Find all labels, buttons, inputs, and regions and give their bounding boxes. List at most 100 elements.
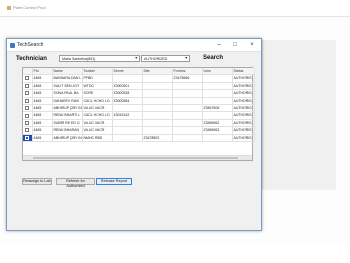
cell-status: AUTHORIS (232, 104, 255, 113)
column-header-name[interactable]: Name (52, 68, 83, 76)
cell-fromhs (172, 126, 203, 135)
cell-server (112, 104, 143, 113)
cell-pid: 4465 (32, 97, 53, 106)
release-report-button[interactable]: Release Report (96, 178, 132, 185)
window-title: TechSearch (17, 42, 44, 48)
scrollbar-thumb[interactable] (33, 157, 238, 159)
cell-ums (202, 134, 233, 143)
table-row[interactable]: 4465 BANSARA DAN L PFBD Z3478966 AUTHORI… (23, 74, 255, 83)
cell-server (112, 119, 143, 128)
cell-pid: 4465 (32, 74, 53, 83)
cell-toolset: NMHC RBS (82, 134, 113, 143)
cell-site (142, 104, 173, 113)
cell-name: RENU BHARTI L (52, 111, 83, 120)
cell-server (112, 74, 143, 83)
row-checkbox[interactable] (25, 120, 30, 125)
cell-name: SUBIR RE ED IJ (52, 119, 83, 128)
cell-server: Z3000328 (112, 89, 143, 98)
cell-toolset: CACL HCHG LO (82, 111, 113, 120)
cell-server: Z3000384 (112, 97, 143, 106)
horizontal-scrollbar[interactable] (23, 155, 252, 160)
cell-toolset: PFBD (82, 74, 113, 83)
cell-status: AUTHORIS (232, 82, 255, 91)
title-bar[interactable]: TechSearch – □ × (7, 39, 261, 52)
row-checkbox[interactable] (25, 128, 30, 133)
cell-ums (202, 89, 233, 98)
minimize-icon[interactable]: – (212, 40, 226, 51)
background-side-panel (262, 40, 336, 190)
chevron-down-icon[interactable]: ▼ (134, 56, 138, 60)
cell-status: AUTHORIS (232, 97, 255, 106)
table-row[interactable]: 4465 RENU BHARAN VA.UC.VACR Z3456963 AUT… (23, 126, 255, 135)
row-checkbox[interactable] (25, 98, 30, 103)
cell-toolset: WTDC (82, 82, 113, 91)
cell-server: Z3015142 (112, 111, 143, 120)
row-checkbox[interactable] (25, 135, 30, 140)
column-header-server[interactable]: Server (112, 68, 143, 76)
table-row[interactable]: 4465 DAHAEEV RAVI CACL HCHG LO Z3000384 … (23, 97, 255, 106)
column-header-pid[interactable]: Pid (32, 68, 53, 76)
column-header-status[interactable]: Status (232, 68, 255, 76)
cell-pid: 4465 (32, 134, 53, 143)
cell-ums: Z3456963 (202, 126, 233, 135)
cell-ums (202, 111, 233, 120)
search-button[interactable]: Search (193, 52, 233, 63)
column-header-toolset[interactable]: Toolset (82, 68, 113, 76)
row-checkbox[interactable] (25, 76, 30, 81)
status-dropdown[interactable]: AUTHORIZED ▼ (141, 55, 190, 62)
cell-toolset: VA.UC.VACR (82, 126, 113, 135)
cell-pid: 4465 (32, 126, 53, 135)
table-row[interactable]: 4465 ABHIRUP (28Y INI VA.UC.VACR Z369750… (23, 104, 255, 113)
column-header-select[interactable] (23, 68, 33, 76)
column-header-site[interactable]: Site (142, 68, 173, 76)
table-row-selected[interactable]: 4465 ABHIRUP (28Y INI NMHC RBS Z3478502 … (23, 134, 255, 143)
technician-label: Technician (16, 56, 47, 62)
maximize-icon[interactable]: □ (228, 40, 242, 51)
cell-fromhs (172, 97, 203, 106)
cell-status: AUTHORIS (232, 89, 255, 98)
technician-value: Maria Santolina(891) (62, 57, 96, 61)
cell-fromhs (172, 104, 203, 113)
table-row[interactable]: 4465 SULIT SEN JOY WTDC Z3000301 AUTHORI… (23, 82, 255, 91)
cell-status: AUTHORIS (232, 134, 255, 143)
cell-site (142, 111, 173, 120)
cell-fromhs (172, 119, 203, 128)
chevron-down-icon[interactable]: ▼ (184, 56, 188, 60)
cell-fromhs (172, 89, 203, 98)
row-checkbox[interactable] (25, 91, 30, 96)
reassign-to-lab-button[interactable]: Reassign to Lab (22, 178, 52, 185)
cell-status: AUTHORIS (232, 126, 255, 135)
technician-dropdown[interactable]: Maria Santolina(891) ▼ (59, 55, 140, 62)
cell-status: AUTHORIS (232, 111, 255, 120)
cell-pid: 4465 (32, 89, 53, 98)
table-header-row: Pid Name Toolset Server Site Fromhs Ums … (23, 68, 255, 76)
cell-ums (202, 82, 233, 91)
desktop: Plant Control Prod TechSearch – □ × Tech… (0, 0, 350, 263)
cell-ums: Z3697506 (202, 104, 233, 113)
cell-name: BANSARA DAN L (52, 74, 83, 83)
app-icon (7, 6, 11, 10)
row-checkbox[interactable] (25, 106, 30, 111)
table-row[interactable]: 4465 SONA PAUL BA SCRE Z3000328 AUTHORIS (23, 89, 255, 98)
cell-status: AUTHORIS (232, 74, 255, 83)
table-row[interactable]: 4465 RENU BHARTI L CACL HCHG LO Z3015142… (23, 111, 255, 120)
refresh-for-authorized-button[interactable]: Refresh for Authorized (56, 178, 95, 188)
window-icon (10, 43, 15, 48)
row-checkbox[interactable] (25, 83, 30, 88)
cell-fromhs: Z3478966 (172, 74, 203, 83)
cell-server: Z3000301 (112, 82, 143, 91)
cell-name: RENU BHARAN (52, 126, 83, 135)
row-checkbox[interactable] (25, 113, 30, 118)
cell-ums (202, 97, 233, 106)
table-row[interactable]: 4465 SUBIR RE ED IJ VA.UC.VACR Z3456962 … (23, 119, 255, 128)
results-grid: Pid Name Toolset Server Site Fromhs Ums … (22, 67, 255, 161)
column-header-ums[interactable]: Ums (202, 68, 233, 76)
cell-toolset: VA.UC.VACR (82, 119, 113, 128)
cell-pid: 4465 (32, 82, 53, 91)
column-header-fromhs[interactable]: Fromhs (172, 68, 203, 76)
cell-server (112, 134, 143, 143)
background-app-title: Plant Control Prod (0, 0, 350, 14)
cell-ums (202, 74, 233, 83)
results-table: Pid Name Toolset Server Site Fromhs Ums … (23, 68, 255, 143)
close-icon[interactable]: × (245, 40, 259, 51)
